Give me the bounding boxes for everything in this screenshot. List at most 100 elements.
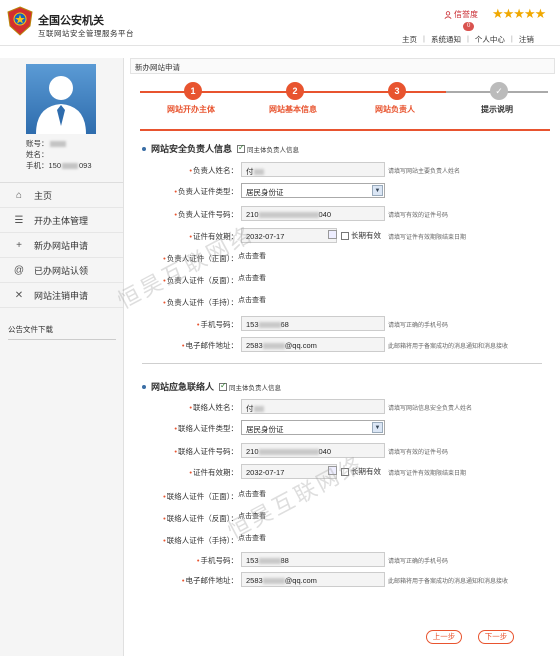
emergency-phone-row: •手机号码： 153 88 请填写正确的手机号码	[130, 552, 560, 568]
credit-stars: ★★★★★	[492, 6, 546, 21]
site-title: 全国公安机关	[38, 15, 104, 27]
calendar-icon[interactable]	[328, 230, 337, 239]
security-idno-row: •负责人证件号码： 210 040 请填写有效的证件号码	[130, 206, 560, 222]
avatar	[26, 64, 96, 134]
plus-icon: +	[16, 239, 22, 251]
emergency-name-input[interactable]: 付	[241, 399, 385, 414]
emergency-expiry-input[interactable]: 2032-07-17	[241, 464, 337, 479]
nav-separator: |	[466, 34, 469, 43]
nav-home[interactable]: 主页	[402, 34, 417, 45]
sidebar-item-label: 新办网站申请	[34, 240, 89, 251]
long-term-checkbox[interactable]: 长期有效	[341, 230, 381, 241]
step-2: 2 网站基本信息	[242, 78, 344, 130]
security-email-row: •电子邮件地址： 2583 @qq.com 此邮箱将用于备案成功的消息通知和消息接…	[130, 337, 560, 353]
field-hint: 请填写网站主要负责人姓名	[388, 169, 461, 175]
checkbox-checked-icon	[219, 381, 228, 391]
emergency-idno-input[interactable]: 210 040	[241, 443, 385, 458]
same-as-owner-checkbox[interactable]: 同主体负责人信息	[219, 381, 281, 392]
view-id-hand-link[interactable]: 点击查看	[238, 533, 266, 543]
top-nav: 主页 | 系统通知 | 个人中心 | 注销	[402, 34, 534, 45]
emergency-email-row: •电子邮件地址： 2583 @qq.com 此邮箱将用于备案成功的消息通知和消息接…	[130, 572, 560, 588]
list-icon: ☰	[14, 214, 24, 226]
header: 全国公安机关 互联网站安全管理服务平台 信誉度 0 ★★★★★ 主页 | 系统通…	[0, 0, 560, 46]
view-id-hand-link[interactable]: 点击查看	[238, 295, 266, 305]
emergency-idtype-row: •联络人证件类型： 居民身份证 ▼	[130, 420, 560, 436]
name-label: 姓名：	[26, 150, 49, 159]
emergency-idno-row: •联络人证件号码： 210 040 请填写有效的证件号码	[130, 443, 560, 459]
step-circle: 1	[184, 82, 202, 100]
field-hint: 请填写证件有效期限结束日期	[388, 235, 467, 241]
breadcrumb: 新办网站申请	[130, 58, 555, 74]
step-label: 网站开办主体	[167, 105, 215, 114]
nav-profile[interactable]: 个人中心	[475, 34, 505, 45]
field-hint: 请填写正确的手机号码	[388, 559, 449, 565]
police-emblem-icon	[7, 6, 33, 36]
at-icon: @	[13, 264, 25, 276]
security-idback-row: •负责人证件（反面）： 点击查看	[163, 273, 266, 285]
view-id-back-link[interactable]: 点击查看	[238, 511, 266, 521]
sidebar: 账号： 姓名： 手机：150 093 ⌂ 主页 ☰ 开办主体管理 + 新办网站申请…	[0, 58, 124, 656]
sidebar-item-label: 主页	[34, 190, 53, 201]
main-content: 新办网站申请 1 网站开办主体 2 网站基本信息 3 网站负责人 ✓ 提示说明 …	[130, 58, 560, 656]
field-hint: 请填写有效的证件号码	[388, 450, 449, 456]
emergency-idfront-row: •联络人证件（正面）： 点击查看	[163, 489, 266, 501]
step-label: 网站基本信息	[269, 105, 317, 114]
step-divider	[140, 129, 550, 131]
nav-notifications[interactable]: 系统通知	[431, 34, 461, 45]
emergency-idtype-select[interactable]: 居民身份证 ▼	[241, 420, 385, 435]
security-name-input[interactable]: 付	[241, 162, 385, 177]
nav-logout[interactable]: 注销	[519, 34, 534, 45]
close-icon: ✕	[14, 289, 24, 301]
sidebar-menu: ⌂ 主页 ☰ 开办主体管理 + 新办网站申请 @ 已办网站认领 ✕ 网站注销申请	[0, 182, 123, 308]
field-hint: 请填写有效的证件号码	[388, 213, 449, 219]
sidebar-item-cancel[interactable]: ✕ 网站注销申请	[0, 283, 123, 308]
field-hint: 请填写正确的手机号码	[388, 323, 449, 329]
same-as-owner-checkbox[interactable]: 同主体负责人信息	[237, 143, 299, 154]
user-icon	[444, 10, 452, 19]
view-id-front-link[interactable]: 点击查看	[238, 489, 266, 499]
emergency-phone-input[interactable]: 153 88	[241, 552, 385, 567]
notice-download-link[interactable]: 公告文件下载	[8, 324, 116, 340]
security-phone-input[interactable]: 153 68	[241, 316, 385, 331]
sidebar-item-entity[interactable]: ☰ 开办主体管理	[0, 208, 123, 233]
sidebar-item-claim[interactable]: @ 已办网站认领	[0, 258, 123, 283]
security-idfront-row: •负责人证件（正面）： 点击查看	[163, 251, 266, 263]
security-email-input[interactable]: 2583 @qq.com	[241, 337, 385, 352]
step-circle: 3	[388, 82, 406, 100]
view-id-back-link[interactable]: 点击查看	[238, 273, 266, 283]
emergency-name-row: •联络人姓名： 付 请填写网站信息安全负责人姓名	[130, 399, 560, 415]
sidebar-item-new-site[interactable]: + 新办网站申请	[0, 233, 123, 258]
credit-link[interactable]: 信誉度	[444, 9, 478, 20]
emergency-idhand-row: •联络人证件（手持）： 点击查看	[163, 533, 266, 545]
emergency-email-input[interactable]: 2583 @qq.com	[241, 572, 385, 587]
field-hint: 此邮箱将用于备案成功的消息通知和消息接收	[388, 579, 509, 585]
chevron-down-icon: ▼	[372, 422, 383, 433]
check-icon: ✓	[490, 82, 508, 100]
sidebar-item-label: 开办主体管理	[34, 215, 89, 226]
step-circle: 2	[286, 82, 304, 100]
calendar-icon[interactable]	[328, 466, 337, 475]
security-section-title: 网站安全负责人信息 同主体负责人信息	[142, 142, 299, 155]
sidebar-item-label: 已办网站认领	[34, 265, 89, 276]
security-idtype-select[interactable]: 居民身份证 ▼	[241, 183, 385, 198]
home-icon: ⌂	[15, 189, 23, 201]
security-idno-input[interactable]: 210 040	[241, 206, 385, 221]
phone-label: 手机：	[26, 161, 49, 170]
security-name-row: •负责人姓名： 付 请填写网站主要负责人姓名	[130, 162, 560, 178]
security-idhand-row: •负责人证件（手持）： 点击查看	[163, 295, 266, 307]
step-label: 网站负责人	[375, 105, 415, 114]
account-label: 账号：	[26, 139, 49, 148]
checkbox-checked-icon	[237, 143, 246, 153]
security-phone-row: •手机号码： 153 68 请填写正确的手机号码	[130, 316, 560, 332]
prev-button[interactable]: 上一步	[426, 630, 462, 644]
view-id-front-link[interactable]: 点击查看	[238, 251, 266, 261]
field-hint: 此邮箱将用于备案成功的消息通知和消息接收	[388, 344, 509, 350]
step-progress: 1 网站开办主体 2 网站基本信息 3 网站负责人 ✓ 提示说明	[140, 78, 550, 130]
next-button[interactable]: 下一步	[478, 630, 514, 644]
bullet-icon	[142, 384, 146, 389]
sidebar-item-home[interactable]: ⌂ 主页	[0, 183, 123, 208]
security-expiry-row: •证件有效期： 2032-07-17 长期有效 请填写证件有效期限结束日期	[130, 228, 560, 244]
long-term-checkbox[interactable]: 长期有效	[341, 466, 381, 477]
security-expiry-input[interactable]: 2032-07-17	[241, 228, 337, 243]
security-idtype-row: •负责人证件类型： 居民身份证 ▼	[130, 183, 560, 199]
